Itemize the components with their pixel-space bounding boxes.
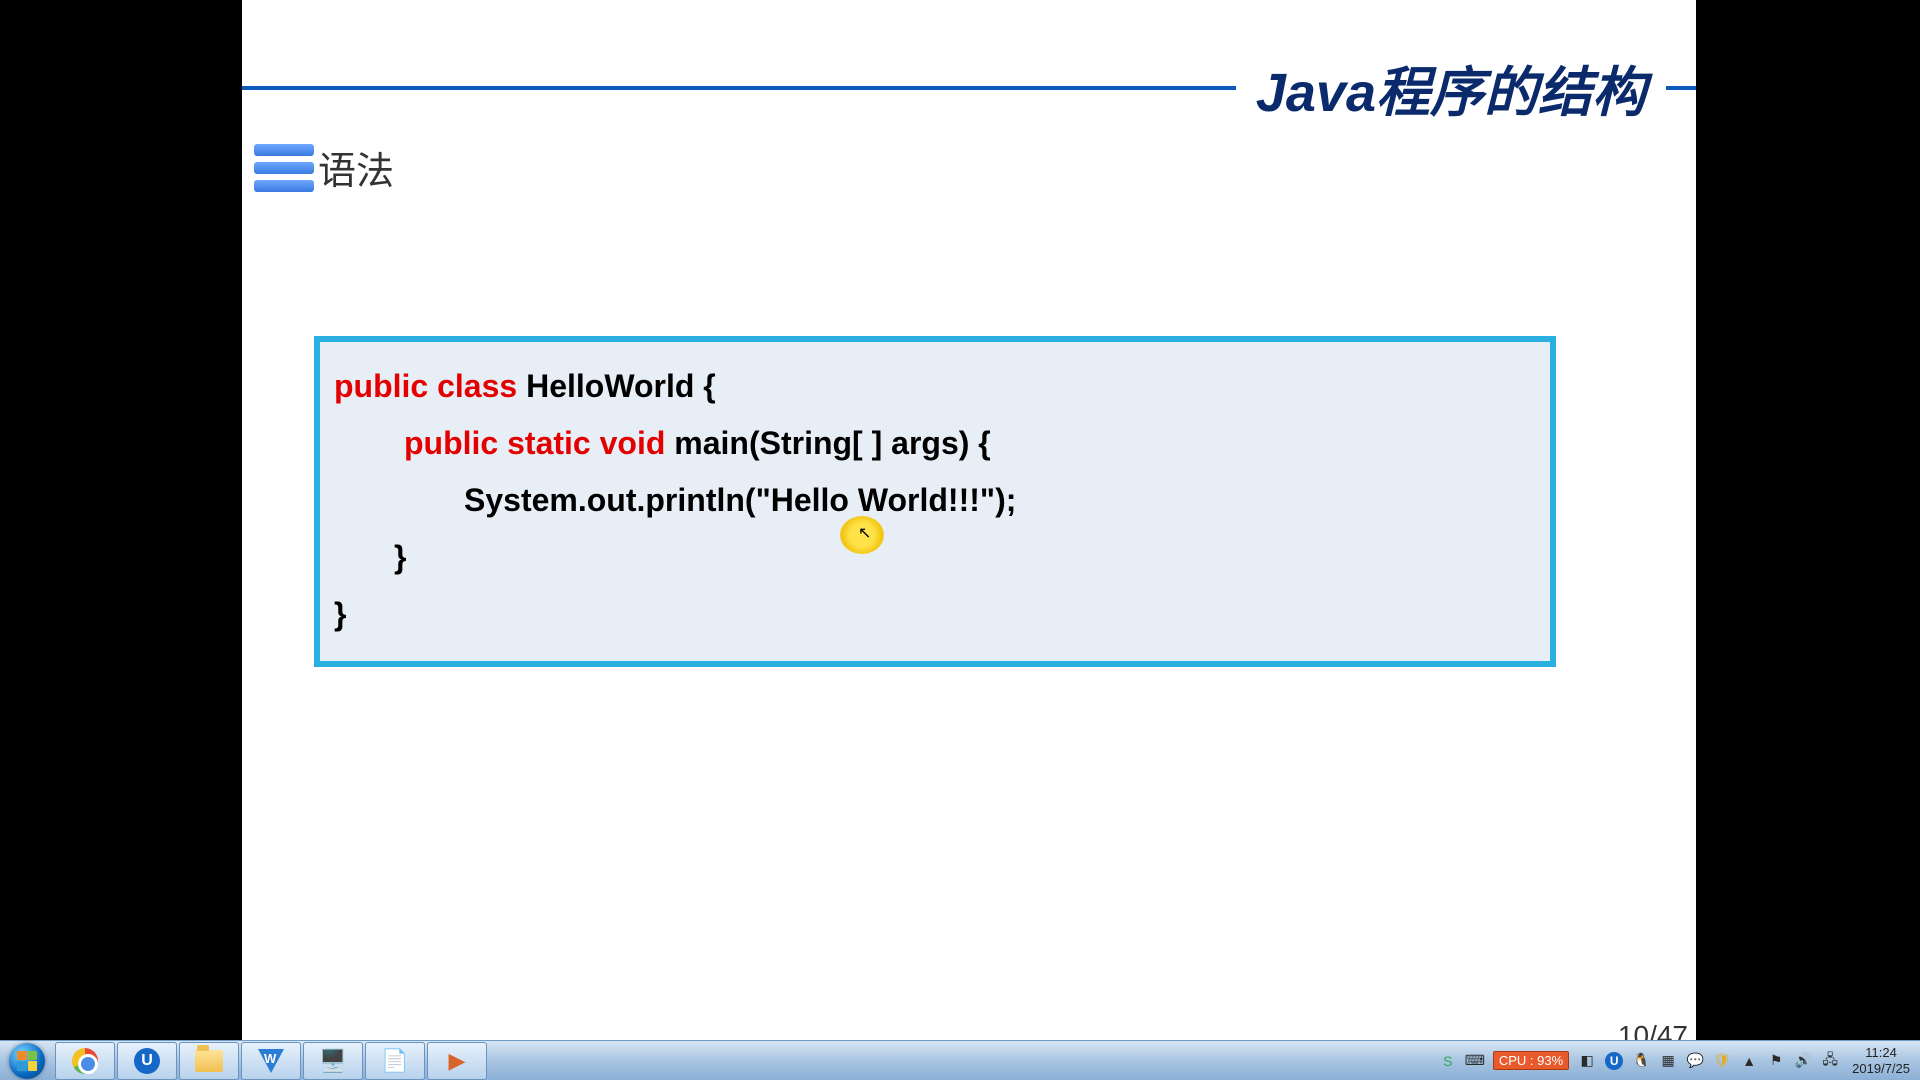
windows-taskbar[interactable]: U 🖥️ 📄 ▶ S ⌨ CPU : 93% ◧ U 🐧 ▦ 💬 🛡 ▲ ⚑ 🔊… [0,1040,1920,1080]
tray-icon-up[interactable]: ▲ [1740,1052,1758,1070]
taskbar-clock[interactable]: 11:24 2019/7/25 [1848,1045,1914,1076]
presentation-slide: Java程序的结构 语法 public class HelloWorld { p… [242,0,1696,1052]
code-line-4: } [334,529,1536,586]
taskbar-app-editor[interactable]: 📄 [365,1042,425,1080]
presentation-icon: ▶ [449,1048,466,1074]
taskbar-app-ubrand[interactable]: U [117,1042,177,1080]
start-button[interactable] [0,1041,54,1080]
network-icon[interactable]: 🖧 [1821,1052,1839,1070]
keyword: public static void [404,425,665,461]
clock-time: 11:24 [1852,1045,1910,1061]
code-example-box: public class HelloWorld { public static … [314,336,1556,667]
tray-icon-1[interactable]: ◧ [1578,1052,1596,1070]
system-tray: S ⌨ CPU : 93% ◧ U 🐧 ▦ 💬 🛡 ▲ ⚑ 🔊 🖧 11:24 … [1439,1041,1920,1080]
taskbar-app-powerpoint[interactable]: ▶ [427,1042,487,1080]
u-icon: U [134,1048,160,1074]
clock-date: 2019/7/25 [1852,1061,1910,1077]
shield-w-icon [258,1049,284,1073]
section-label: 语法 [318,140,394,195]
volume-icon[interactable]: 🔊 [1794,1052,1812,1070]
code-line-5: } [334,586,1536,643]
taskbar-app-wps[interactable] [241,1042,301,1080]
folder-icon [195,1050,223,1072]
windows-logo-icon [9,1043,45,1079]
list-bars-icon [254,144,314,192]
slide-title: Java程序的结构 [1236,48,1666,127]
code-line-3: System.out.println("Hello World!!!"); [334,472,1536,529]
tray-icon-shield[interactable]: 🛡 [1713,1052,1731,1070]
u-tray-icon[interactable]: U [1605,1052,1623,1070]
keyword: public class [334,368,517,404]
action-center-icon[interactable]: ⚑ [1767,1052,1785,1070]
taskbar-app-remote[interactable]: 🖥️ [303,1042,363,1080]
monitor-icon: 🖥️ [319,1048,346,1074]
taskbar-app-explorer[interactable] [179,1042,239,1080]
section-header: 语法 [254,140,394,195]
tray-icon-qq[interactable]: 🐧 [1632,1052,1650,1070]
ime-switch-icon[interactable]: ⌨ [1466,1052,1484,1070]
taskbar-app-chrome[interactable] [55,1042,115,1080]
cpu-usage-badge[interactable]: CPU : 93% [1493,1051,1569,1070]
taskbar-pinned-apps: U 🖥️ 📄 ▶ [54,1041,488,1080]
document-icon: 📄 [381,1048,408,1074]
cursor-pointer-icon: ↖ [858,523,871,543]
chrome-icon [72,1048,98,1074]
ime-s-icon[interactable]: S [1439,1052,1457,1070]
tray-icon-notify[interactable]: 💬 [1686,1052,1704,1070]
tray-icon-grid[interactable]: ▦ [1659,1052,1677,1070]
code-line-2: public static void main(String[ ] args) … [334,415,1536,472]
code-line-1: public class HelloWorld { [334,358,1536,415]
